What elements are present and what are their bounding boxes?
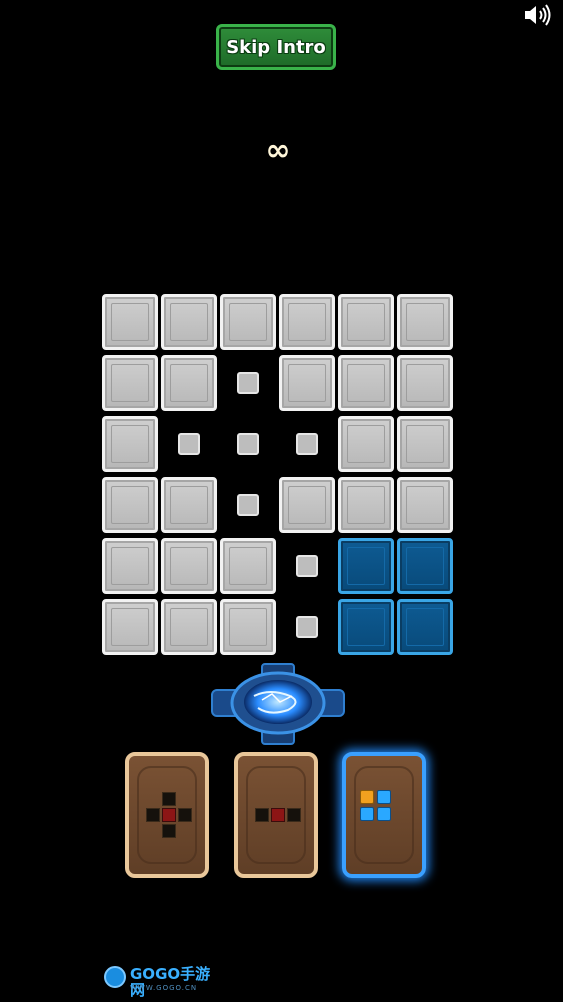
board-empty-slot[interactable] bbox=[279, 416, 335, 472]
site-logo: GOGO手游网 WWW.GOGO.CN bbox=[104, 962, 216, 998]
board-block[interactable] bbox=[102, 599, 158, 655]
board-block[interactable] bbox=[161, 599, 217, 655]
board-blue-block[interactable] bbox=[397, 599, 453, 655]
board-block[interactable] bbox=[220, 294, 276, 350]
board-empty-slot[interactable] bbox=[279, 599, 335, 655]
board-block[interactable] bbox=[220, 538, 276, 594]
board-block[interactable] bbox=[338, 355, 394, 411]
board-block[interactable] bbox=[338, 477, 394, 533]
logo-subtext: WWW.GOGO.CN bbox=[130, 984, 198, 992]
board-block[interactable] bbox=[220, 599, 276, 655]
board-blue-block[interactable] bbox=[338, 538, 394, 594]
pattern-center-cell bbox=[360, 790, 374, 804]
board-block[interactable] bbox=[102, 538, 158, 594]
board-block[interactable] bbox=[338, 294, 394, 350]
speaker-icon[interactable] bbox=[522, 2, 554, 28]
board-block[interactable] bbox=[397, 477, 453, 533]
board-block[interactable] bbox=[102, 416, 158, 472]
board-blue-block[interactable] bbox=[397, 538, 453, 594]
card-plus-pattern[interactable] bbox=[125, 752, 209, 878]
board-block[interactable] bbox=[161, 294, 217, 350]
pattern-cell bbox=[146, 808, 160, 822]
board-empty-slot[interactable] bbox=[279, 538, 335, 594]
game-board bbox=[102, 294, 454, 656]
board-block[interactable] bbox=[279, 477, 335, 533]
board-block[interactable] bbox=[338, 416, 394, 472]
pattern-center-cell bbox=[271, 808, 285, 822]
board-block[interactable] bbox=[397, 416, 453, 472]
board-block[interactable] bbox=[161, 477, 217, 533]
board-empty-slot[interactable] bbox=[220, 355, 276, 411]
card-square-pattern[interactable] bbox=[342, 752, 426, 878]
skip-intro-button[interactable]: Skip Intro bbox=[216, 24, 336, 70]
moves-counter: ∞ bbox=[265, 133, 291, 168]
board-block[interactable] bbox=[161, 538, 217, 594]
pattern-cell bbox=[377, 790, 391, 804]
logo-icon bbox=[104, 966, 126, 988]
board-block[interactable] bbox=[102, 355, 158, 411]
pattern-cell bbox=[255, 808, 269, 822]
pattern-cell bbox=[162, 824, 176, 838]
board-block[interactable] bbox=[102, 477, 158, 533]
portal-gear-icon bbox=[210, 662, 346, 748]
board-block[interactable] bbox=[397, 294, 453, 350]
board-block[interactable] bbox=[161, 355, 217, 411]
board-empty-slot[interactable] bbox=[220, 416, 276, 472]
card-line-pattern[interactable] bbox=[234, 752, 318, 878]
board-block[interactable] bbox=[279, 294, 335, 350]
board-empty-slot[interactable] bbox=[161, 416, 217, 472]
board-block[interactable] bbox=[102, 294, 158, 350]
board-block[interactable] bbox=[397, 355, 453, 411]
board-block[interactable] bbox=[279, 355, 335, 411]
board-empty-slot[interactable] bbox=[220, 477, 276, 533]
skip-intro-label: Skip Intro bbox=[226, 36, 326, 58]
logo-text: GOGO手游网 bbox=[130, 965, 211, 999]
pattern-cell bbox=[360, 807, 374, 821]
pattern-center-cell bbox=[162, 808, 176, 822]
pattern-cell bbox=[178, 808, 192, 822]
pattern-cell bbox=[377, 807, 391, 821]
pattern-cell bbox=[162, 792, 176, 806]
board-blue-block[interactable] bbox=[338, 599, 394, 655]
pattern-cell bbox=[287, 808, 301, 822]
